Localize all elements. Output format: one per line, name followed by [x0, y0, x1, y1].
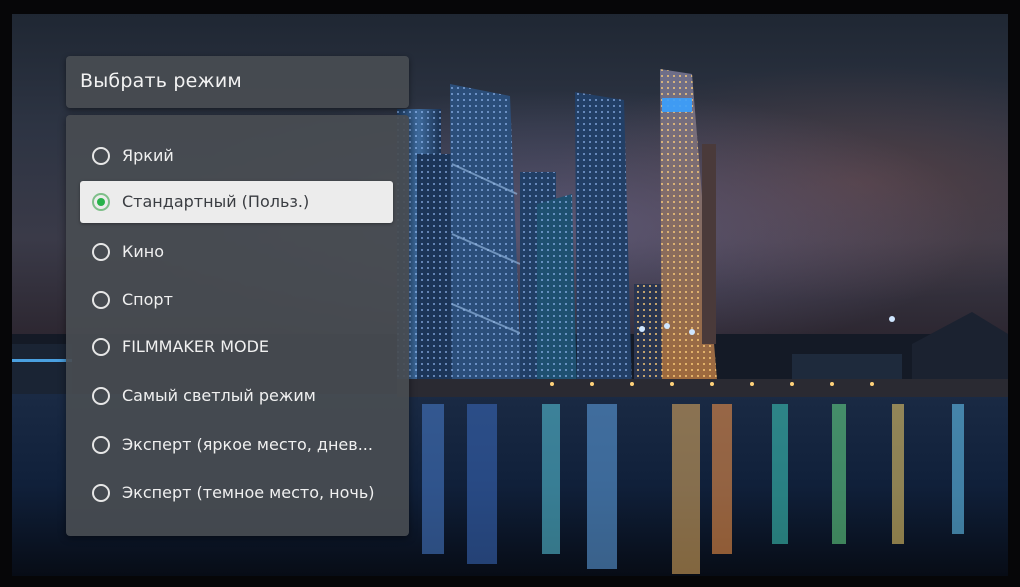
radio-dot [97, 198, 105, 206]
option-filmmaker-mode[interactable]: FILMMAKER MODE [80, 326, 393, 368]
option-label: Стандартный (Польз.) [122, 192, 310, 211]
radio-checked-icon [92, 193, 110, 211]
radio-unchecked-icon [92, 436, 110, 454]
option-vivid[interactable]: Яркий [80, 135, 393, 177]
option-label: Эксперт (яркое место, днев... [122, 435, 373, 454]
tv-bezel: Выбрать режим Яркий Стандартный (Польз.)… [0, 0, 1020, 587]
radio-unchecked-icon [92, 387, 110, 405]
option-label: Яркий [122, 146, 174, 165]
option-expert-bright[interactable]: Эксперт (яркое место, днев... [80, 424, 393, 466]
radio-unchecked-icon [92, 147, 110, 165]
option-label: Самый светлый режим [122, 386, 316, 405]
picture-mode-menu: Яркий Стандартный (Польз.) Кино Спорт FI… [66, 115, 409, 536]
menu-title: Выбрать режим [80, 70, 242, 92]
radio-unchecked-icon [92, 291, 110, 309]
option-label: Спорт [122, 290, 173, 309]
option-label: Кино [122, 242, 165, 261]
radio-unchecked-icon [92, 484, 110, 502]
option-expert-dark[interactable]: Эксперт (темное место, ночь) [80, 472, 393, 514]
option-sport[interactable]: Спорт [80, 279, 393, 321]
option-cinema[interactable]: Кино [80, 231, 393, 273]
radio-unchecked-icon [92, 338, 110, 356]
tv-screen: Выбрать режим Яркий Стандартный (Польз.)… [12, 14, 1008, 576]
option-label: FILMMAKER MODE [122, 337, 270, 356]
radio-unchecked-icon [92, 243, 110, 261]
option-label: Эксперт (темное место, ночь) [122, 483, 375, 502]
option-standard-user[interactable]: Стандартный (Польз.) [80, 181, 393, 223]
menu-header: Выбрать режим [66, 56, 409, 108]
option-brightest[interactable]: Самый светлый режим [80, 375, 393, 417]
